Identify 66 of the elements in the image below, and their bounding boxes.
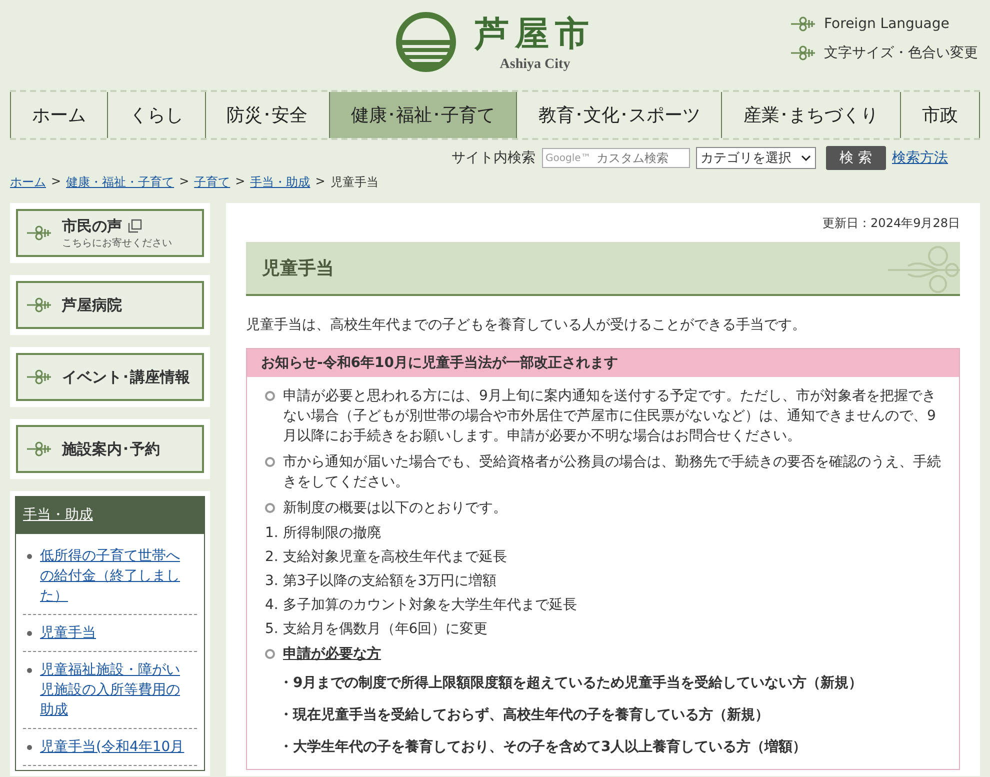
- google-mark: Google™: [546, 153, 591, 164]
- nav-tab[interactable]: 産業･まちづくり: [721, 92, 900, 138]
- ring-bullet-icon: [265, 457, 275, 467]
- ring-bullet-icon: [265, 503, 275, 513]
- update-date: 更新日：2024年9月28日: [822, 215, 960, 232]
- search-help-link[interactable]: 検索方法: [892, 149, 948, 167]
- nav-tab[interactable]: ホーム: [10, 92, 108, 138]
- breadcrumb-link[interactable]: 手当・助成: [250, 174, 310, 191]
- sidebar-button[interactable]: 芦屋病院: [16, 281, 204, 329]
- breadcrumb-separator: >: [179, 174, 190, 190]
- breadcrumb-separator: >: [235, 174, 246, 190]
- nav-tab[interactable]: 市政: [900, 92, 980, 138]
- breadcrumb-separator: >: [315, 174, 326, 190]
- menu-link[interactable]: 児童手当: [40, 623, 96, 643]
- menu-link[interactable]: 児童福祉施設・障がい児施設の入所等費用の助成: [40, 660, 193, 720]
- search-button[interactable]: 検 索: [826, 146, 886, 170]
- numbered-item: 5. 支給月を偶数月（年6回）に変更: [264, 620, 489, 639]
- caret-icon: [800, 155, 811, 161]
- sprig-icon: [26, 297, 52, 313]
- numbered-item: 2. 支給対象児童を高校生年代まで延長: [264, 548, 508, 567]
- bullet-icon: [27, 668, 32, 673]
- sprig-icon: [26, 441, 52, 457]
- applicant-item: ・現在児童手当を受給しておらず、高校生年代の子を養育している方（新規）: [278, 706, 770, 725]
- search-label: サイト内検索: [452, 149, 536, 167]
- breadcrumb-separator: >: [51, 174, 62, 190]
- sprig-icon: [26, 225, 52, 241]
- numbered-item: 1. 所得制限の撤廃: [264, 524, 382, 543]
- breadcrumb-link[interactable]: 健康・福祉・子育て: [66, 174, 174, 191]
- sidebar-button[interactable]: 市民の声 こちらにお寄せください: [16, 209, 204, 257]
- applicant-item: ・大学生年代の子を養育しており、その子を含めて3人以上養育している方（増額）: [278, 738, 808, 757]
- bullet-icon: [27, 554, 32, 559]
- sprig-icon: [790, 16, 816, 32]
- sidebar-button[interactable]: 施設案内･予約: [16, 425, 204, 473]
- notice-title: お知らせ-令和6年10月に児童手当法が一部改正されます: [247, 349, 959, 377]
- header-link[interactable]: Foreign Language: [824, 16, 950, 32]
- bullet-icon: [27, 631, 32, 636]
- notice-text: 申請が必要と思われる方には、9月上旬に案内通知を送付する予定です。ただし、市が対象者を把握できない場合（子どもが別世帯の場合や市外居住で芦屋市に住民票がないなど）は、通知できませんので、9月以降にお手続きをお願いします。申請が必要か不明な場合はお問合せください。: [283, 387, 937, 446]
- nav-tab[interactable]: 健康･福祉･子育て: [328, 92, 516, 138]
- logo-subtitle: Ashiya City: [500, 57, 570, 73]
- notice-subheading: 申請が必要な方: [283, 644, 381, 664]
- nav-tab[interactable]: 教育･文化･スポーツ: [516, 92, 722, 138]
- notice-text: 新制度の概要は以下のとおりです。: [283, 499, 507, 518]
- breadcrumb-current: 児童手当: [330, 174, 378, 191]
- bullet-icon: [27, 745, 32, 750]
- header-link[interactable]: 文字サイズ・色合い変更: [824, 44, 978, 62]
- city-logo-icon: [395, 11, 457, 73]
- new-window-icon: [128, 219, 142, 233]
- category-dropdown[interactable]: カテゴリを選択: [696, 147, 816, 169]
- numbered-item: 3. 第3子以降の支給額を3万円に増額: [264, 572, 498, 591]
- nav-tab[interactable]: くらし: [107, 92, 205, 138]
- page-title: 児童手当: [262, 257, 334, 280]
- logo-title: 芦屋市: [475, 13, 595, 56]
- menu-title-link[interactable]: 手当・助成: [23, 507, 93, 523]
- menu-link[interactable]: 児童手当(令和4年10月: [40, 737, 184, 757]
- notice-text: 市から通知が届いた場合でも、受給資格者が公務員の場合は、勤務先で手続きの要否を確認のうえ、手続きをしてください。: [283, 453, 941, 492]
- breadcrumb-link[interactable]: 子育て: [194, 174, 230, 191]
- sprig-icon: [26, 369, 52, 385]
- applicant-item: ・9月までの制度で所得上限額限度額を超えているため児童手当を受給していない方（新規）: [278, 674, 864, 693]
- breadcrumb-link[interactable]: ホーム: [10, 174, 46, 191]
- sprig-icon: [790, 45, 816, 61]
- sidebar-button[interactable]: イベント･講座情報: [16, 353, 204, 401]
- numbered-item: 4. 多子加算のカウント対象を大学生年代まで延長: [264, 596, 578, 615]
- menu-link[interactable]: 低所得の子育て世帯への給付金（終了しました）: [40, 546, 193, 606]
- ring-bullet-icon: [265, 391, 275, 401]
- ring-bullet-icon: [265, 649, 275, 659]
- intro-text: 児童手当は、高校生年代までの子どもを養育している人が受けることができる手当です。: [246, 316, 807, 334]
